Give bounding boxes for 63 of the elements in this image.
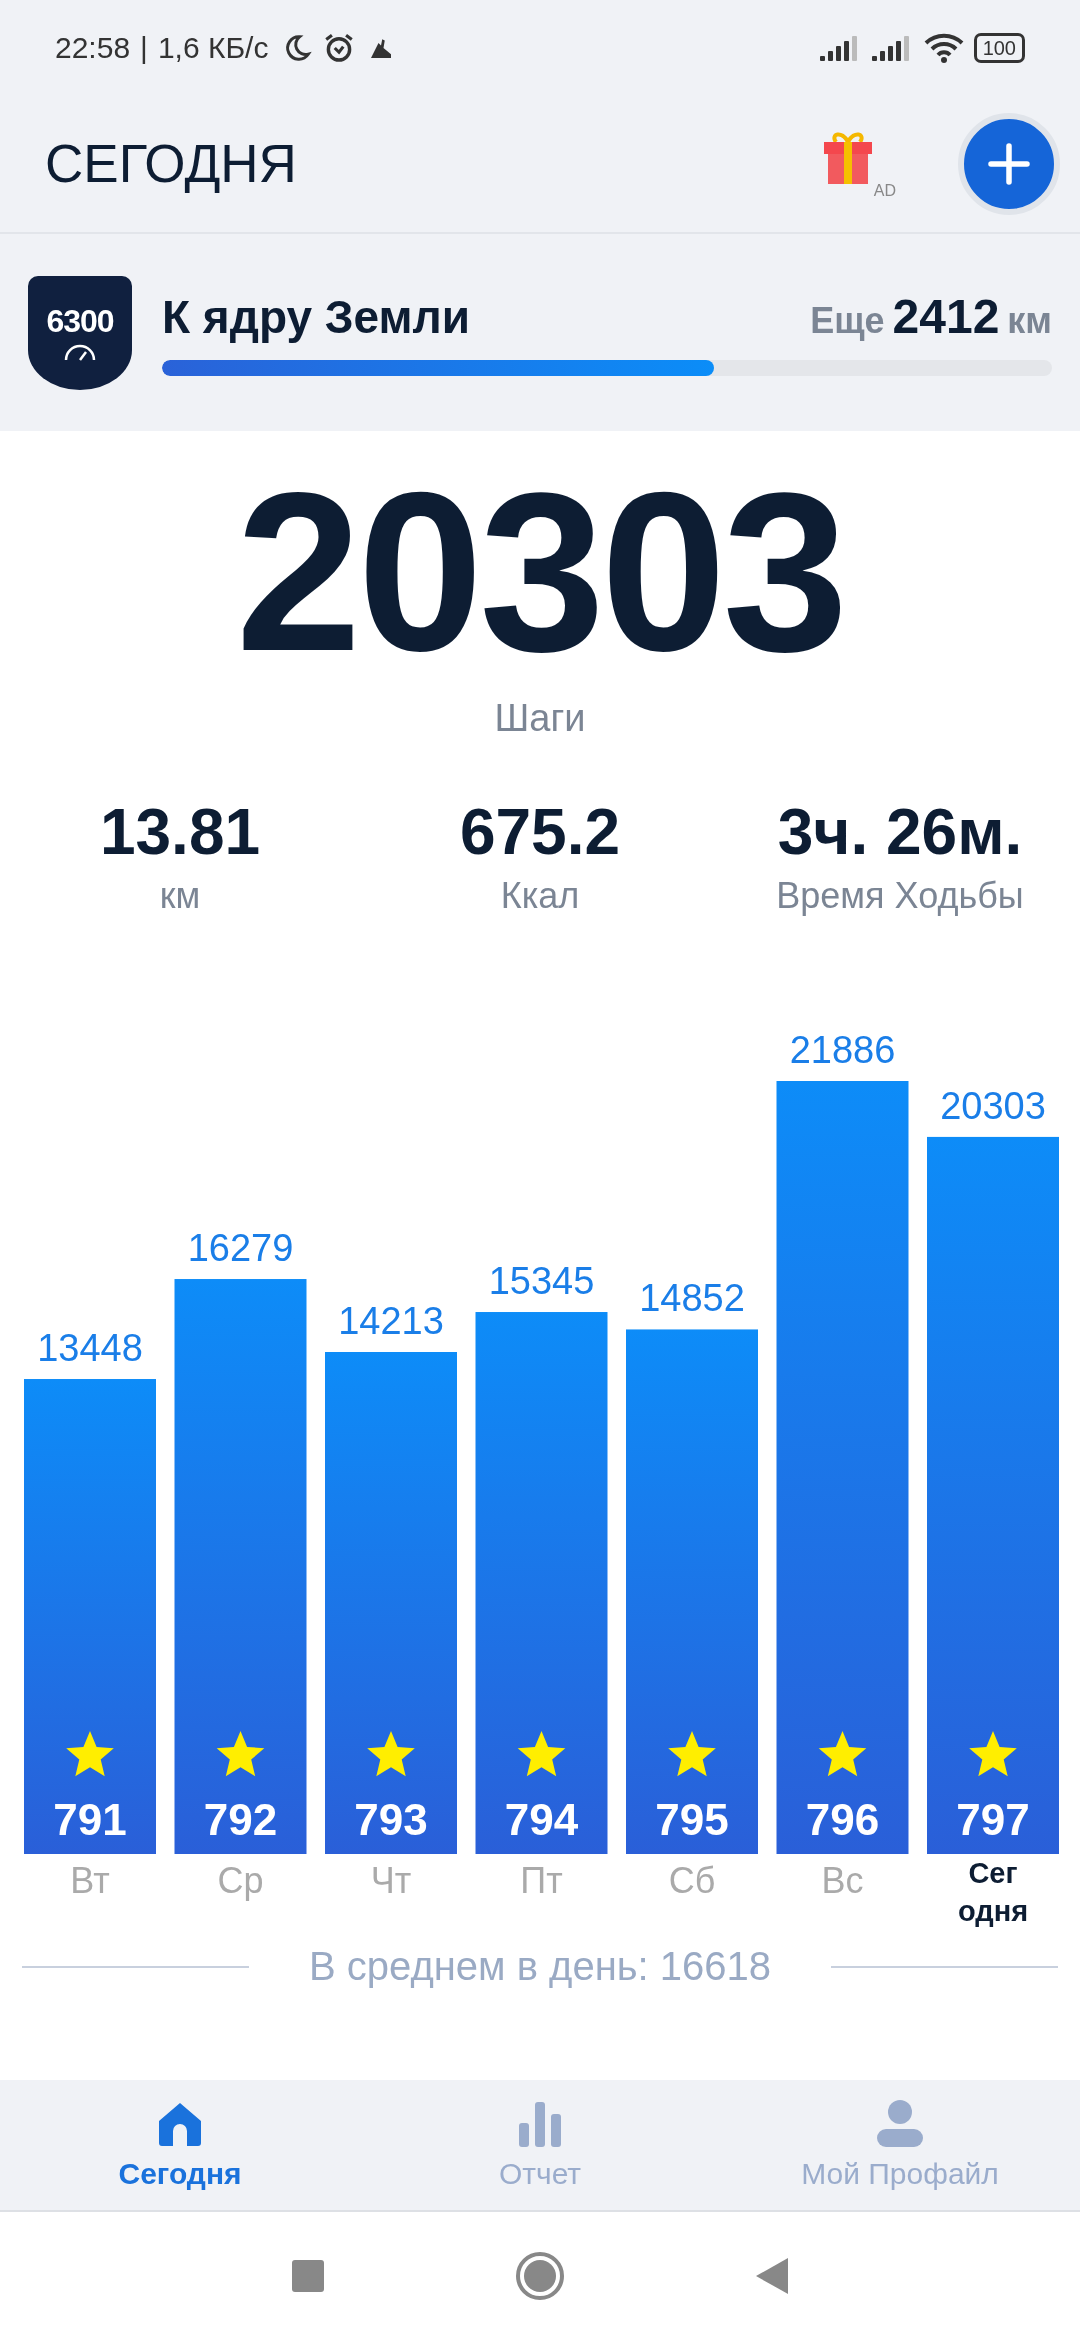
chart-bar[interactable] <box>475 1312 608 1854</box>
stat-value: 3ч. 26м. <box>777 795 1023 869</box>
bar-count-label: 793 <box>354 1795 428 1844</box>
bar-count-label: 791 <box>53 1795 127 1844</box>
daily-average: В среднем в день: 16618 <box>309 1944 771 1989</box>
chart-bar[interactable] <box>174 1279 307 1854</box>
nav-tab[interactable]: Отчет <box>360 2080 720 2210</box>
star-icon <box>969 1731 1017 1777</box>
bar-value-label: 20303 <box>940 1084 1046 1127</box>
bar-count-label: 796 <box>805 1795 880 1844</box>
bar-value-label: 16279 <box>187 1227 294 1270</box>
distance-unit: км <box>1007 300 1052 342</box>
home-circle-icon[interactable] <box>515 2251 565 2301</box>
remaining-label: Еще <box>810 300 885 342</box>
day-label: Чт <box>370 1860 412 1903</box>
back-icon[interactable] <box>755 2257 789 2295</box>
plus-icon <box>987 141 1031 186</box>
stat-label: Время Ходьбы <box>776 875 1024 917</box>
day-label: Вт <box>70 1860 110 1903</box>
star-icon <box>216 1731 265 1777</box>
day-label: Сб <box>668 1860 716 1903</box>
stat-value: 13.81 <box>99 795 261 869</box>
bar-count-label: 794 <box>504 1795 579 1844</box>
nav-tab[interactable]: Сегодня <box>0 2080 360 2210</box>
bar-count-label: 795 <box>655 1795 729 1844</box>
star-icon <box>66 1731 114 1777</box>
chart-bar[interactable] <box>325 1352 457 1854</box>
star-icon <box>367 1731 415 1777</box>
remaining-distance: 2412 <box>892 289 1000 344</box>
nav-tab[interactable]: Мой Профайл <box>720 2080 1080 2210</box>
wifi-icon <box>923 32 964 63</box>
bar-value-label: 13448 <box>37 1327 143 1369</box>
step-count: 20303 <box>235 447 845 697</box>
star-icon <box>668 1731 716 1777</box>
chart-bar[interactable] <box>626 1329 758 1854</box>
bar-value-label: 15345 <box>488 1260 595 1302</box>
stat-value: 675.2 <box>459 795 621 869</box>
goal-badge[interactable]: 6300 <box>28 275 132 390</box>
day-label: Вс <box>821 1860 864 1903</box>
day-label: Сег одня <box>956 1856 1030 1929</box>
goal-title: К ядру Земли <box>162 290 471 344</box>
battery-indicator: 100 <box>973 32 1025 63</box>
clock-time: 22:58 <box>55 30 131 65</box>
stat-label: Ккал <box>500 875 580 917</box>
bar-value-label: 14852 <box>639 1277 745 1320</box>
recents-icon[interactable] <box>291 2259 325 2293</box>
day-label: Ср <box>217 1860 264 1903</box>
bar-value-label: 14213 <box>338 1300 444 1342</box>
chart-bar[interactable] <box>24 1379 156 1854</box>
star-icon <box>517 1731 566 1777</box>
page-title: СЕГОДНЯ <box>45 133 297 194</box>
stat-label: км <box>159 875 201 917</box>
bar-count-label: 797 <box>956 1795 1030 1844</box>
steps-label: Шаги <box>494 697 586 740</box>
bar-value-label: 21886 <box>789 1029 896 1071</box>
separator: | <box>140 30 148 65</box>
chart-bar[interactable] <box>776 1081 909 1854</box>
network-speed: 1,6 КБ/с <box>157 30 269 65</box>
gift-ad-button[interactable]: AD <box>820 127 896 200</box>
star-icon <box>818 1731 867 1777</box>
bar-count-label: 792 <box>203 1795 278 1844</box>
person-icon <box>875 2099 925 2149</box>
day-label: Пт <box>520 1860 563 1903</box>
